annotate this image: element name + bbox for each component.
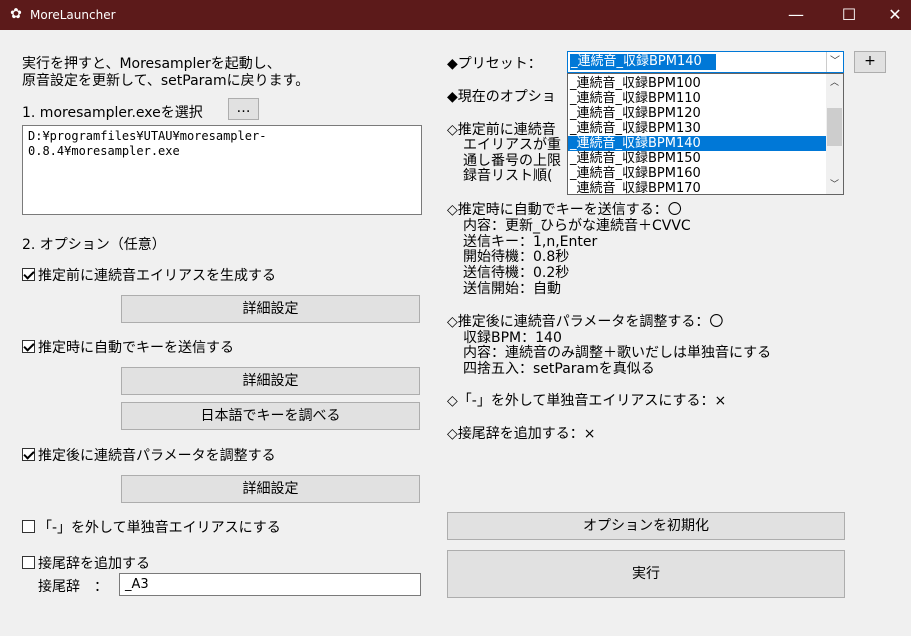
suffix-label: 接尾辞 ： bbox=[38, 579, 108, 595]
preset-selected-value: _連続音_収録BPM140 bbox=[570, 54, 716, 70]
preset-option[interactable]: _連続音_収録BPM120 bbox=[568, 106, 827, 121]
opt1-checkbox-row[interactable]: 推定前に連続音エイリアスを生成する bbox=[22, 265, 276, 285]
s2-title: ◇推定時に自動でキーを送信する：〇 bbox=[447, 202, 682, 218]
opt4-checkbox[interactable] bbox=[22, 520, 35, 533]
s3-line3: 四捨五入：setParamを真似る bbox=[463, 361, 655, 377]
s2-line1: 内容：更新_ひらがな連続音＋CVVC bbox=[463, 218, 691, 234]
opt2-detail-button[interactable]: 詳細設定 bbox=[121, 367, 420, 395]
key-lookup-button[interactable]: 日本語でキーを調べる bbox=[121, 402, 420, 430]
maximize-button[interactable]: ☐ bbox=[826, 0, 872, 30]
s2-line4: 送信待機：0.2秒 bbox=[463, 265, 570, 281]
run-button[interactable]: 実行 bbox=[447, 550, 845, 598]
minimize-button[interactable]: — bbox=[773, 0, 819, 30]
current-options-label: ◆現在のオプショ bbox=[447, 89, 556, 105]
opt3-detail-button[interactable]: 詳細設定 bbox=[121, 475, 420, 503]
s3-line2: 内容：連続音のみ調整＋歌いだしは単独音にする bbox=[463, 345, 772, 361]
opt2-checkbox[interactable] bbox=[22, 340, 35, 353]
scroll-down-icon[interactable]: ﹀ bbox=[826, 178, 843, 192]
intro-text-line2: 原音設定を更新して、setParamに戻ります。 bbox=[22, 73, 310, 89]
opt4-label: 「-」を外して単独音エイリアスにする bbox=[38, 520, 281, 536]
preset-add-button[interactable]: + bbox=[854, 51, 886, 73]
exe-path-textarea[interactable]: D:¥programfiles¥UTAU¥moresampler-0.8.4¥m… bbox=[22, 125, 422, 215]
scroll-up-icon[interactable]: ︿ bbox=[826, 76, 843, 90]
preset-dropdown-list[interactable]: _連続音_収録BPM100 _連続音_収録BPM110 _連続音_収録BPM12… bbox=[567, 73, 844, 195]
opt1-label: 推定前に連続音エイリアスを生成する bbox=[38, 268, 276, 284]
s2-line2: 送信キー：1,n,Enter bbox=[463, 234, 598, 250]
preset-label: ◆プリセット： bbox=[447, 56, 542, 72]
close-button[interactable]: ✕ bbox=[872, 0, 911, 30]
s4-title: ◇「-」を外して単独音エイリアスにする：× bbox=[447, 393, 727, 409]
chevron-down-icon[interactable]: ﹀ bbox=[826, 52, 843, 72]
s3-line1: 収録BPM：140 bbox=[463, 330, 562, 346]
s2-line3: 開始待機：0.8秒 bbox=[463, 249, 570, 265]
step2-label: 2. オプション（任意） bbox=[22, 237, 166, 253]
s1-line3: 録音リスト順( bbox=[463, 168, 553, 184]
opt3-checkbox-row[interactable]: 推定後に連続音パラメータを調整する bbox=[22, 445, 276, 465]
app-flower-icon: ✿ bbox=[10, 6, 22, 22]
opt5-label: 接尾辞を追加する bbox=[38, 556, 150, 572]
s1-line1: エイリアスが重 bbox=[463, 137, 561, 153]
preset-option[interactable]: _連続音_収録BPM170 bbox=[568, 181, 827, 194]
opt2-label: 推定時に自動でキーを送信する bbox=[38, 340, 234, 356]
opt5-checkbox[interactable] bbox=[22, 556, 35, 569]
preset-option[interactable]: _連続音_収録BPM130 bbox=[568, 121, 827, 136]
preset-option[interactable]: _連続音_収録BPM150 bbox=[568, 151, 827, 166]
s3-title: ◇推定後に連続音パラメータを調整する：〇 bbox=[447, 314, 724, 330]
opt1-detail-button[interactable]: 詳細設定 bbox=[121, 295, 420, 323]
opt2-checkbox-row[interactable]: 推定時に自動でキーを送信する bbox=[22, 337, 234, 357]
suffix-input[interactable]: _A3 bbox=[119, 573, 421, 596]
opt5-checkbox-row[interactable]: 接尾辞を追加する bbox=[22, 553, 150, 573]
preset-option[interactable]: _連続音_収録BPM160 bbox=[568, 166, 827, 181]
s2-line5: 送信開始：自動 bbox=[463, 281, 561, 297]
title-bar: ✿ MoreLauncher — ☐ ✕ bbox=[0, 0, 911, 30]
s1-title: ◇推定前に連続音 bbox=[447, 122, 556, 138]
opt1-checkbox[interactable] bbox=[22, 268, 35, 281]
preset-option[interactable]: _連続音_収録BPM110 bbox=[568, 91, 827, 106]
browse-button[interactable]: … bbox=[228, 98, 259, 120]
reset-options-button[interactable]: オプションを初期化 bbox=[447, 512, 845, 540]
opt3-label: 推定後に連続音パラメータを調整する bbox=[38, 448, 276, 464]
s1-line2: 通し番号の上限 bbox=[463, 153, 561, 169]
preset-option-selected[interactable]: _連続音_収録BPM140 bbox=[568, 136, 827, 151]
preset-select[interactable]: _連続音_収録BPM140 ﹀ bbox=[567, 51, 844, 73]
preset-option[interactable]: _連続音_収録BPM100 bbox=[568, 76, 827, 91]
opt3-checkbox[interactable] bbox=[22, 448, 35, 461]
window-title: MoreLauncher bbox=[30, 8, 116, 22]
scrollbar-thumb[interactable] bbox=[827, 108, 842, 146]
s5-title: ◇接尾辞を追加する：× bbox=[447, 426, 596, 442]
step1-label: 1. moresampler.exeを選択 bbox=[22, 105, 203, 121]
dropdown-scrollbar[interactable]: ︿ ﹀ bbox=[826, 74, 843, 194]
opt4-checkbox-row[interactable]: 「-」を外して単独音エイリアスにする bbox=[22, 517, 281, 537]
